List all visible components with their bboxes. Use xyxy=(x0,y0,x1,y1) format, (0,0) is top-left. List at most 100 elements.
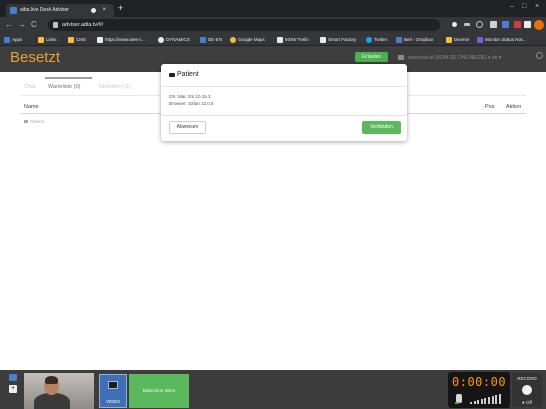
tab-chat[interactable]: Chat xyxy=(24,84,36,90)
trello-icon xyxy=(277,36,283,43)
video-camera-icon xyxy=(24,120,28,123)
minimize-button[interactable]: – xyxy=(510,3,514,10)
bookmark-label: MOW Trello xyxy=(285,37,309,42)
new-tab-button[interactable]: + xyxy=(118,3,123,13)
record-toggle[interactable]: RECORD ● Off xyxy=(512,373,542,407)
back-button[interactable]: ← xyxy=(5,20,13,29)
bookmark-label: Links xyxy=(46,37,57,42)
bookmarks-bar: Apps Links CMS https://www.wien-i... DYN… xyxy=(0,33,546,46)
recording-indicator-icon xyxy=(91,8,96,13)
modal-divider xyxy=(161,86,407,87)
bookmark-apps[interactable]: Apps xyxy=(4,35,22,44)
close-window-button[interactable]: × xyxy=(535,3,539,10)
map-pin-icon xyxy=(230,36,236,43)
user-icon xyxy=(398,55,404,61)
translate-icon xyxy=(200,36,206,43)
bookmark-monitor-status[interactable]: Monitor Status Not... xyxy=(477,35,526,44)
call-control-bar: + VIDEO Bildschirm teilen 0:00:00 RECORD… xyxy=(0,370,546,409)
video-source-tile[interactable]: VIDEO xyxy=(99,374,127,408)
tab-title: aiba.live Desk Adviser xyxy=(20,7,69,13)
bookmark-label: DE-EN xyxy=(208,37,223,42)
audio-level-bar xyxy=(473,401,476,404)
bookmark-smart-factory[interactable]: Smart Factory xyxy=(320,35,356,44)
monitor-status-icon xyxy=(477,36,483,43)
extension-red-icon[interactable] xyxy=(514,21,521,28)
twitter-icon xyxy=(366,36,372,43)
forward-button[interactable]: → xyxy=(18,20,26,29)
modal-title-text: Patient xyxy=(177,71,199,78)
active-tab-indicator xyxy=(45,77,92,79)
bookmark-diverse[interactable]: Diverse xyxy=(446,35,469,44)
incoming-call-modal: Patient OS: Mac OS 10.15.3 Browser: Safa… xyxy=(161,64,407,141)
camera-switch-icon[interactable] xyxy=(9,374,17,381)
bookmark-mow-trello[interactable]: MOW Trello xyxy=(277,35,309,44)
invite-button[interactable]: Einladen xyxy=(355,52,388,62)
bookmark-label: DYNAMICS xyxy=(166,37,190,42)
connect-button[interactable]: Verbinden xyxy=(362,121,401,134)
extension-icon[interactable] xyxy=(490,21,497,28)
extension-blue-icon[interactable] xyxy=(502,21,509,28)
bookmark-twitter[interactable]: Twitter xyxy=(366,35,387,44)
dynamics-icon xyxy=(158,36,164,43)
modal-footer-divider xyxy=(161,115,407,116)
agent-status-title[interactable]: Besetzt xyxy=(10,49,60,67)
bookmark-label: Diverse xyxy=(454,37,470,42)
folder-icon xyxy=(38,36,44,43)
audio-level-bar xyxy=(480,399,483,404)
audio-level-bar xyxy=(498,394,501,404)
factory-icon xyxy=(320,36,326,43)
bookmark-dynamics[interactable]: DYNAMICS xyxy=(158,35,190,44)
audio-level-bar xyxy=(484,398,487,404)
bookmark-google-maps[interactable]: Google Maps xyxy=(230,35,265,44)
bookmark-de-en[interactable]: DE-EN xyxy=(200,35,222,44)
key-icon[interactable] xyxy=(452,22,457,27)
bookmark-cms[interactable]: CMS xyxy=(68,35,86,44)
reload-button[interactable]: C xyxy=(31,20,37,29)
profile-avatar[interactable] xyxy=(534,20,544,30)
user-info-text: seescout.at (ADIA.DE ONLINE/DE) ▾ de ▾ xyxy=(408,55,502,61)
audio-level-bar xyxy=(477,400,480,404)
expand-icon[interactable]: + xyxy=(9,385,17,393)
share-icon[interactable] xyxy=(464,23,470,26)
audio-level-bar xyxy=(495,395,498,404)
audio-level-bar xyxy=(470,402,472,404)
record-state: ● Off xyxy=(522,400,532,405)
bookmark-label: Twitter xyxy=(374,37,388,42)
share-screen-button[interactable]: Bildschirm teilen xyxy=(129,374,189,408)
self-view-video[interactable] xyxy=(24,373,94,409)
tab-close-icon[interactable]: × xyxy=(102,4,106,17)
column-header-aktion: Aktion xyxy=(506,104,522,110)
folder-icon xyxy=(68,36,74,43)
star-icon[interactable] xyxy=(476,21,483,28)
call-timer-panel: 0:00:00 xyxy=(448,372,510,408)
browser-tab[interactable]: aiba.live Desk Adviser × xyxy=(6,4,114,17)
bookmark-label: https://www.wien-i... xyxy=(105,37,145,42)
person-hair xyxy=(45,376,58,384)
folder-icon xyxy=(446,36,452,43)
video-label: VIDEO xyxy=(105,399,120,404)
audio-level-bar xyxy=(491,396,494,404)
user-menu[interactable]: seescout.at (ADIA.DE ONLINE/DE) ▾ de ▾ xyxy=(398,55,501,61)
table-row[interactable]: Patient xyxy=(24,119,44,124)
bookmark-icon[interactable] xyxy=(524,21,531,28)
audio-level-bar xyxy=(488,397,490,404)
bookmark-dropbox[interactable]: Bert - Dropbox xyxy=(396,35,433,44)
monitor-icon xyxy=(108,381,118,389)
bookmark-links[interactable]: Links xyxy=(38,35,57,44)
tab-sitzleitern[interactable]: Sitzleitern (1) xyxy=(98,84,130,90)
tab-warteliste[interactable]: Warteliste (0) xyxy=(48,84,81,90)
address-bar[interactable]: adviser.adia.tv/#/ xyxy=(48,19,440,31)
browser-toolbar: ← → C adviser.adia.tv/#/ xyxy=(0,17,546,33)
dropbox-icon xyxy=(396,36,402,43)
bookmark-label: Monitor Status Not... xyxy=(485,37,527,42)
search-icon[interactable] xyxy=(536,52,543,59)
column-header-pos: Pos xyxy=(485,104,495,110)
bookmark-label: Google Maps xyxy=(238,37,265,42)
url-text: adviser.adia.tv/#/ xyxy=(62,22,104,28)
modal-title: Patient xyxy=(169,71,199,78)
bookmark-wien[interactable]: https://www.wien-i... xyxy=(97,35,145,44)
reject-button[interactable]: Abweisen xyxy=(169,121,206,134)
page-icon xyxy=(97,36,103,43)
column-header-name: Name xyxy=(24,104,39,110)
maximize-button[interactable]: □ xyxy=(522,3,526,10)
